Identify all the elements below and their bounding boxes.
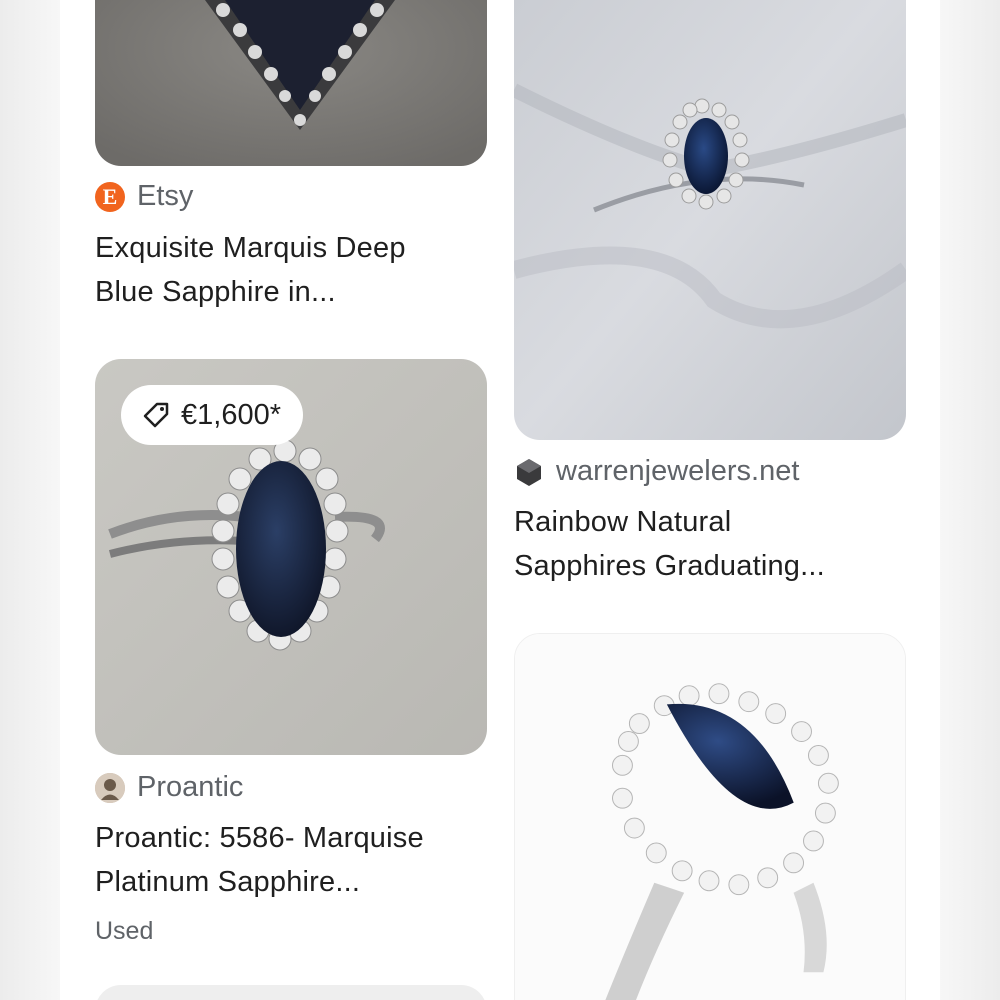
result-source: warrenjewelers.net [556, 455, 800, 487]
result-source: Proantic [137, 771, 244, 803]
result-card-4[interactable] [514, 633, 906, 1000]
result-thumbnail[interactable] [95, 0, 487, 166]
result-source: Etsy [137, 180, 194, 212]
result-card-warrenjewelers[interactable]: warrenjewelers.net Rainbow Natural Sapph… [514, 0, 906, 600]
right-margin [940, 0, 1000, 1000]
sapphire-ring-image [95, 0, 487, 166]
result-title[interactable]: Exquisite Marquis Deep Blue Sapphire in.… [95, 226, 406, 314]
result-thumbnail[interactable]: €1,600* [95, 359, 487, 755]
result-card-proantic[interactable]: €1,600* Proantic Proantic: 5586- Marquis… [95, 359, 487, 959]
price-text: €1,600* [181, 398, 281, 431]
result-card-etsy[interactable]: E Etsy Exquisite Marquis Deep Blue Sapph… [95, 0, 487, 320]
result-card-5[interactable] [95, 985, 487, 1000]
marquise-sapphire-ring-white-image [515, 634, 905, 1000]
result-thumbnail[interactable] [95, 985, 487, 1000]
result-thumbnail[interactable] [514, 633, 906, 1000]
price-tag-icon [141, 400, 171, 430]
warrenjewelers-logo-icon [514, 457, 544, 487]
result-thumbnail[interactable] [514, 0, 906, 440]
left-margin [0, 0, 60, 1000]
result-title[interactable]: Proantic: 5586- Marquise Platinum Sapphi… [95, 816, 424, 904]
sapphire-ring-on-cushion-image [514, 0, 906, 440]
result-title[interactable]: Rainbow Natural Sapphires Graduating... [514, 500, 825, 588]
etsy-logo-icon: E [95, 181, 125, 212]
price-badge: €1,600* [121, 385, 303, 445]
image-results-grid: E Etsy Exquisite Marquis Deep Blue Sapph… [60, 0, 940, 1000]
condition-label: Used [95, 917, 154, 945]
proantic-logo-icon [95, 772, 125, 803]
